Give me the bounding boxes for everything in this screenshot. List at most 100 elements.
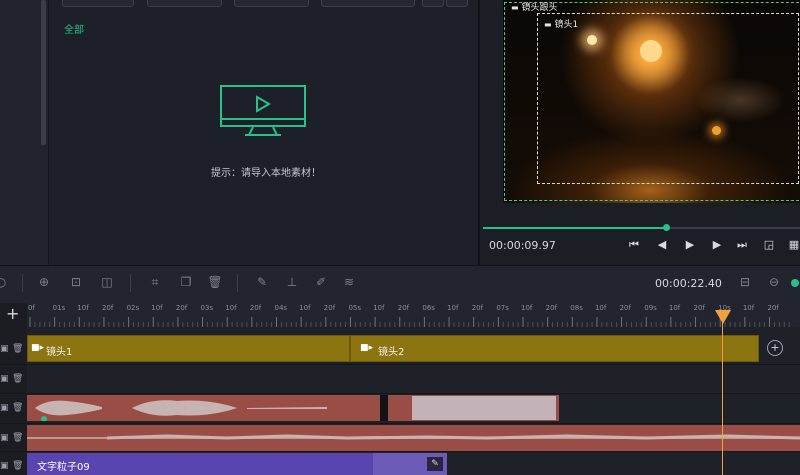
ruler-ticks bbox=[29, 317, 790, 327]
ruler-tick-label: 10f bbox=[668, 304, 681, 312]
preview-current-time: 00:00:09.97 bbox=[489, 239, 556, 252]
zoom-out-icon[interactable]: ⊖ bbox=[766, 275, 782, 289]
lock-icon[interactable]: ▣ bbox=[0, 374, 9, 384]
stamp-icon[interactable]: ⊥ bbox=[284, 275, 300, 289]
prev-frame-icon[interactable]: ◀ bbox=[655, 238, 669, 251]
add-shot-icon[interactable]: + bbox=[767, 340, 783, 356]
lock-icon[interactable]: ▣ bbox=[0, 344, 9, 354]
shot-clip-1[interactable]: ■▸ 镜头1 bbox=[27, 335, 350, 362]
pen-icon[interactable]: ✐ bbox=[313, 275, 329, 289]
shot-clip-label: 镜头1 bbox=[46, 347, 73, 358]
skip-end-icon[interactable]: ⏭ bbox=[735, 238, 749, 252]
ruler-tick-label: 07s bbox=[496, 304, 509, 312]
sidebar-scrollbar[interactable] bbox=[41, 0, 46, 145]
ruler-tick-label: 04s bbox=[274, 304, 288, 312]
toolbar-divider bbox=[22, 274, 23, 292]
audio-gap bbox=[380, 395, 388, 421]
lock-icon[interactable]: ▣ bbox=[0, 433, 9, 443]
ruler-tick-label: 20f bbox=[249, 304, 262, 312]
ruler-tick-label: 20f bbox=[397, 304, 410, 312]
timeline-total-time: 00:00:22.40 bbox=[655, 277, 722, 290]
media-top-button-4[interactable] bbox=[321, 0, 415, 7]
category-sidebar[interactable] bbox=[0, 0, 49, 265]
add-track-button[interactable]: + bbox=[6, 304, 19, 323]
track-separator bbox=[0, 451, 800, 452]
playhead-handle[interactable] bbox=[715, 310, 731, 324]
video-camera-icon: ▬ bbox=[511, 3, 519, 12]
ruler-tick-label: 10f bbox=[299, 304, 311, 312]
ruler-tick-label: 06s bbox=[422, 304, 435, 312]
copy-icon[interactable]: ❐ bbox=[178, 275, 194, 289]
video-camera-icon: ▬ bbox=[544, 20, 552, 29]
inner-frame-label: ▬ 镜头1 bbox=[544, 20, 579, 30]
ruler-tick-label: 20f bbox=[101, 304, 114, 312]
shot-clip-label: 镜头2 bbox=[378, 347, 405, 358]
trash-icon[interactable]: 🗑 bbox=[12, 374, 23, 384]
camera-frame-inner[interactable] bbox=[537, 13, 799, 184]
track-separator bbox=[0, 393, 800, 394]
tab-all[interactable]: 全部 bbox=[64, 21, 84, 36]
crop-icon[interactable]: ⌗ bbox=[147, 275, 163, 290]
edit-clip-icon[interactable]: ✎ bbox=[254, 275, 270, 289]
track-separator bbox=[0, 423, 800, 424]
skip-start-icon[interactable]: ⏮ bbox=[627, 238, 641, 252]
toolbar-divider bbox=[130, 274, 131, 292]
video-camera-icon: ■▸ bbox=[31, 343, 45, 353]
play-icon[interactable]: ▶ bbox=[683, 238, 697, 251]
ruler-tick-label: 20f bbox=[693, 304, 705, 312]
zoom-slider-knob[interactable] bbox=[791, 279, 799, 287]
media-top-button-5[interactable] bbox=[422, 0, 444, 7]
media-top-button-6[interactable] bbox=[446, 0, 468, 7]
media-top-button-2[interactable] bbox=[147, 0, 222, 7]
ruler-tick-label: 20f bbox=[545, 304, 558, 312]
trash-icon[interactable]: 🗑 bbox=[12, 344, 23, 354]
undo-icon[interactable]: ○ bbox=[0, 275, 9, 289]
ruler-tick-label: 05s bbox=[348, 304, 361, 312]
next-frame-icon[interactable]: ▶ bbox=[710, 238, 724, 251]
snapshot-icon[interactable]: ◲ bbox=[762, 238, 776, 251]
ruler-tick-label: 20f bbox=[767, 304, 779, 312]
ruler-tick-label: 20f bbox=[175, 304, 188, 312]
fit-timeline-icon[interactable]: ⊟ bbox=[737, 275, 753, 289]
ruler-tick-label: 10f bbox=[742, 304, 755, 312]
ruler-tick-label: 01s bbox=[52, 304, 66, 312]
preview-seek-fill bbox=[483, 227, 667, 229]
lock-icon[interactable]: ▣ bbox=[0, 461, 9, 471]
monitor-play-icon bbox=[220, 85, 306, 136]
ruler-tick-label: 10f bbox=[373, 304, 385, 312]
ruler-tick-label: 10f bbox=[594, 304, 607, 312]
text-clip[interactable]: 文字粒子09 bbox=[27, 453, 373, 475]
ruler-tick-label: 20f bbox=[619, 304, 631, 312]
ruler-tick-label: 10f bbox=[151, 304, 163, 312]
shot-clip-2[interactable]: ■▸ 镜头2 bbox=[350, 335, 759, 362]
ruler-tick-label: 09s bbox=[644, 304, 657, 312]
media-top-button-3[interactable] bbox=[234, 0, 309, 7]
timeline-playhead[interactable] bbox=[722, 313, 723, 475]
ruler-tick-label: 0f bbox=[28, 304, 35, 312]
outer-frame-label: ▬ 镜头跟头 bbox=[511, 3, 558, 13]
edit-text-icon[interactable]: ✎ bbox=[427, 457, 443, 471]
ruler-tick-label: 10f bbox=[77, 304, 89, 312]
ruler-tick-label: 03s bbox=[200, 304, 214, 312]
ruler-tick-label: 20f bbox=[471, 304, 484, 312]
media-top-button-1[interactable] bbox=[62, 0, 134, 7]
ruler-tick-label: 20f bbox=[323, 304, 336, 312]
preview-seek-knob[interactable] bbox=[663, 224, 670, 231]
ruler-tick-label: 10f bbox=[521, 304, 533, 312]
lock-icon[interactable]: ▣ bbox=[0, 403, 9, 413]
fullscreen-icon[interactable]: ▦ bbox=[787, 238, 800, 251]
add-track-area: + bbox=[0, 303, 27, 327]
ruler-tick-label: 08s bbox=[570, 304, 583, 312]
layers-icon[interactable]: ≋ bbox=[341, 275, 357, 289]
toolbar-divider bbox=[237, 274, 238, 292]
trash-icon[interactable]: 🗑 bbox=[12, 403, 23, 413]
split-icon[interactable]: ◫ bbox=[99, 275, 115, 289]
text-clip-label: 文字粒子09 bbox=[37, 462, 90, 473]
ruler-tick-label: 10f bbox=[447, 304, 459, 312]
ruler-tick-label: 10f bbox=[225, 304, 237, 312]
fit-icon[interactable]: ⊡ bbox=[68, 275, 84, 289]
trash-icon[interactable]: 🗑 bbox=[12, 433, 23, 443]
trash-icon[interactable]: 🗑 bbox=[12, 461, 23, 471]
delete-icon[interactable]: 🗑 bbox=[207, 275, 223, 289]
target-icon[interactable]: ⊕ bbox=[36, 275, 52, 289]
